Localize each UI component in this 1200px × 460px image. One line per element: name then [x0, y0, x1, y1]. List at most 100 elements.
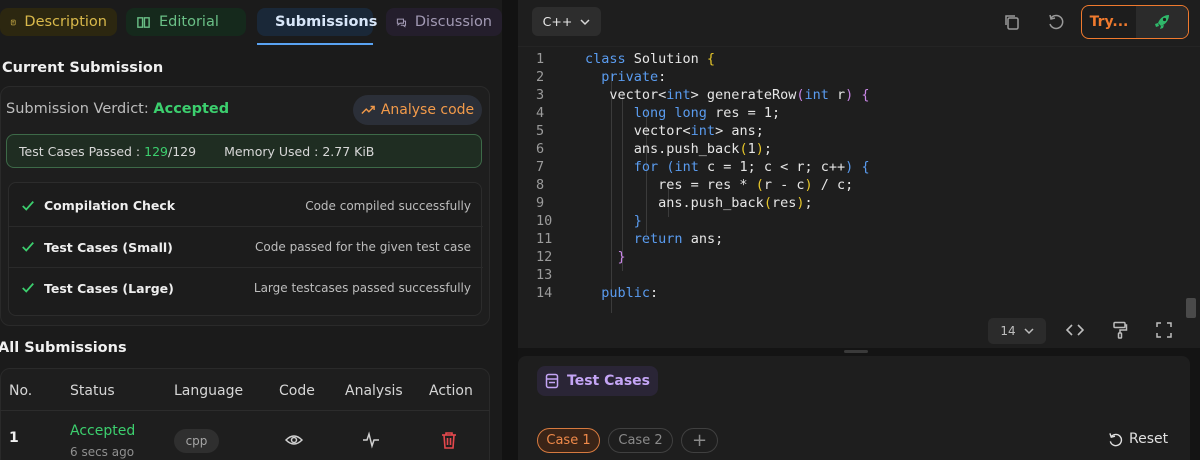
database-icon — [545, 373, 559, 389]
reset-label: Reset — [1129, 431, 1169, 447]
code-line: 11 return ans; — [536, 231, 724, 247]
tab-description-label: Description — [24, 14, 107, 30]
check-row: Compilation Check Code compiled successf… — [9, 185, 483, 226]
vertical-resizer-handle[interactable] — [844, 350, 868, 353]
pulse-icon[interactable] — [362, 431, 380, 449]
line-number: 9 — [536, 195, 545, 211]
check-row: Test Cases (Small) Code passed for the g… — [9, 226, 483, 267]
line-number: 12 — [536, 249, 553, 265]
case-1-chip[interactable]: Case 1 — [537, 428, 600, 453]
add-case-button[interactable]: + — [681, 428, 718, 453]
code-line: 7 for (int c = 1; c < r; c++) { — [536, 159, 870, 175]
submission-verdict: Submission Verdict: Accepted — [6, 101, 229, 117]
check-name: Test Cases (Small) — [44, 239, 173, 255]
font-size-value: 14 — [1000, 324, 1016, 338]
code-line: 6 ans.push_back(1); — [536, 141, 772, 157]
line-number: 2 — [536, 69, 545, 85]
check-name: Compilation Check — [44, 198, 176, 213]
memory-used: Memory Used : 2.77 KiB — [224, 143, 375, 159]
trash-icon[interactable] — [441, 431, 457, 449]
font-size-selector[interactable]: 14 — [988, 318, 1046, 344]
line-number: 10 — [536, 213, 553, 229]
line-number: 7 — [536, 159, 545, 175]
check-icon — [22, 242, 34, 252]
try-label: Try... — [1089, 14, 1129, 30]
code-editor: C++ Try... 1 class Solution { 2 private: … — [518, 0, 1200, 348]
code-line: 5 vector<int> ans; — [536, 123, 764, 139]
code-brackets-icon[interactable] — [1066, 322, 1084, 338]
language-label: C++ — [542, 14, 573, 29]
problem-tabs: Description Editorial Submissions Discus… — [0, 6, 502, 40]
tests-passed-count: 129 — [144, 143, 168, 159]
check-icon — [22, 283, 34, 293]
tab-discussion-label: Discussion — [414, 14, 492, 30]
chevron-down-icon — [580, 18, 590, 25]
document-icon — [10, 19, 16, 25]
code-line: 8 res = res * (r - c) / c; — [536, 177, 854, 193]
undo-reset-icon[interactable] — [1047, 13, 1065, 31]
column-header-status: Status — [70, 383, 115, 399]
language-selector[interactable]: C++ — [532, 7, 601, 36]
analyse-code-button[interactable]: Analyse code — [353, 95, 482, 125]
current-submission-title: Current Submission — [2, 60, 164, 76]
editor-scrollbar[interactable] — [1186, 298, 1196, 318]
case-2-chip[interactable]: Case 2 — [608, 428, 673, 453]
code-line: 14 public: — [536, 285, 659, 301]
reset-icon — [1109, 432, 1123, 446]
tab-test-cases[interactable]: Test Cases — [537, 366, 658, 396]
test-summary-box: Test Cases Passed : 129/129 Memory Used … — [6, 134, 482, 168]
line-number: 5 — [536, 123, 545, 139]
language-badge: cpp — [174, 429, 219, 453]
tests-total-count: /129 — [167, 143, 197, 159]
format-brush-icon[interactable] — [1112, 321, 1128, 339]
column-header-no: No. — [9, 383, 33, 399]
tab-description[interactable]: Description — [0, 8, 117, 36]
check-detail: Large testcases passed successfully — [253, 281, 471, 295]
column-header-analysis: Analysis — [345, 383, 403, 399]
column-header-action: Action — [429, 383, 473, 399]
line-number: 1 — [536, 51, 545, 67]
tests-passed-label: Test Cases Passed : — [19, 143, 141, 159]
line-number: 3 — [536, 87, 545, 103]
chevron-down-icon — [1024, 328, 1034, 335]
code-line: 4 long long res = 1; — [536, 105, 781, 121]
submission-number: 1 — [9, 430, 19, 446]
column-header-language: Language — [174, 383, 244, 399]
submission-status: Accepted — [70, 423, 136, 439]
line-number: 4 — [536, 105, 545, 121]
checks-list: Compilation Check Code compiled successf… — [8, 182, 483, 316]
check-name: Test Cases (Large) — [44, 280, 174, 296]
tab-submissions[interactable]: Submissions — [257, 8, 377, 36]
code-line: 10 } — [536, 213, 642, 229]
tab-editorial[interactable]: Editorial — [126, 8, 246, 36]
active-tab-indicator — [257, 43, 373, 45]
trend-icon — [361, 105, 375, 114]
code-area[interactable]: 1 class Solution { 2 private: 3 vector<in… — [518, 46, 1200, 314]
verdict-value: Accepted — [153, 101, 230, 117]
tab-discussion[interactable]: Discussion — [386, 8, 502, 36]
panel-resizer[interactable] — [502, 0, 518, 460]
tab-test-cases-label: Test Cases — [567, 373, 650, 389]
eye-icon[interactable] — [285, 432, 303, 448]
check-row: Test Cases (Large) Large testcases passe… — [9, 267, 483, 308]
analyse-code-label: Analyse code — [380, 102, 475, 118]
verdict-label: Submission Verdict: — [6, 101, 149, 117]
column-header-code: Code — [279, 383, 315, 399]
copy-icon[interactable] — [1003, 13, 1021, 31]
code-line: 3 vector<int> generateRow(int r) { — [536, 87, 870, 103]
check-detail: Code compiled successfully — [305, 198, 471, 213]
tab-submissions-label: Submissions — [275, 14, 378, 30]
code-line: 2 private: — [536, 69, 667, 85]
book-icon — [137, 16, 150, 28]
code-line: 13 — [518, 266, 1178, 284]
try-button[interactable]: Try... — [1081, 5, 1189, 39]
reset-button[interactable]: Reset — [1108, 431, 1168, 447]
run-button[interactable] — [1136, 6, 1188, 38]
line-number: 13 — [536, 267, 553, 283]
all-submissions-title: All Submissions — [0, 340, 127, 356]
submission-time: 6 secs ago — [70, 445, 135, 459]
line-number: 14 — [536, 285, 553, 301]
fullscreen-icon[interactable] — [1156, 322, 1172, 338]
chat-icon — [396, 18, 407, 28]
code-line: 9 ans.push_back(res); — [536, 195, 813, 211]
